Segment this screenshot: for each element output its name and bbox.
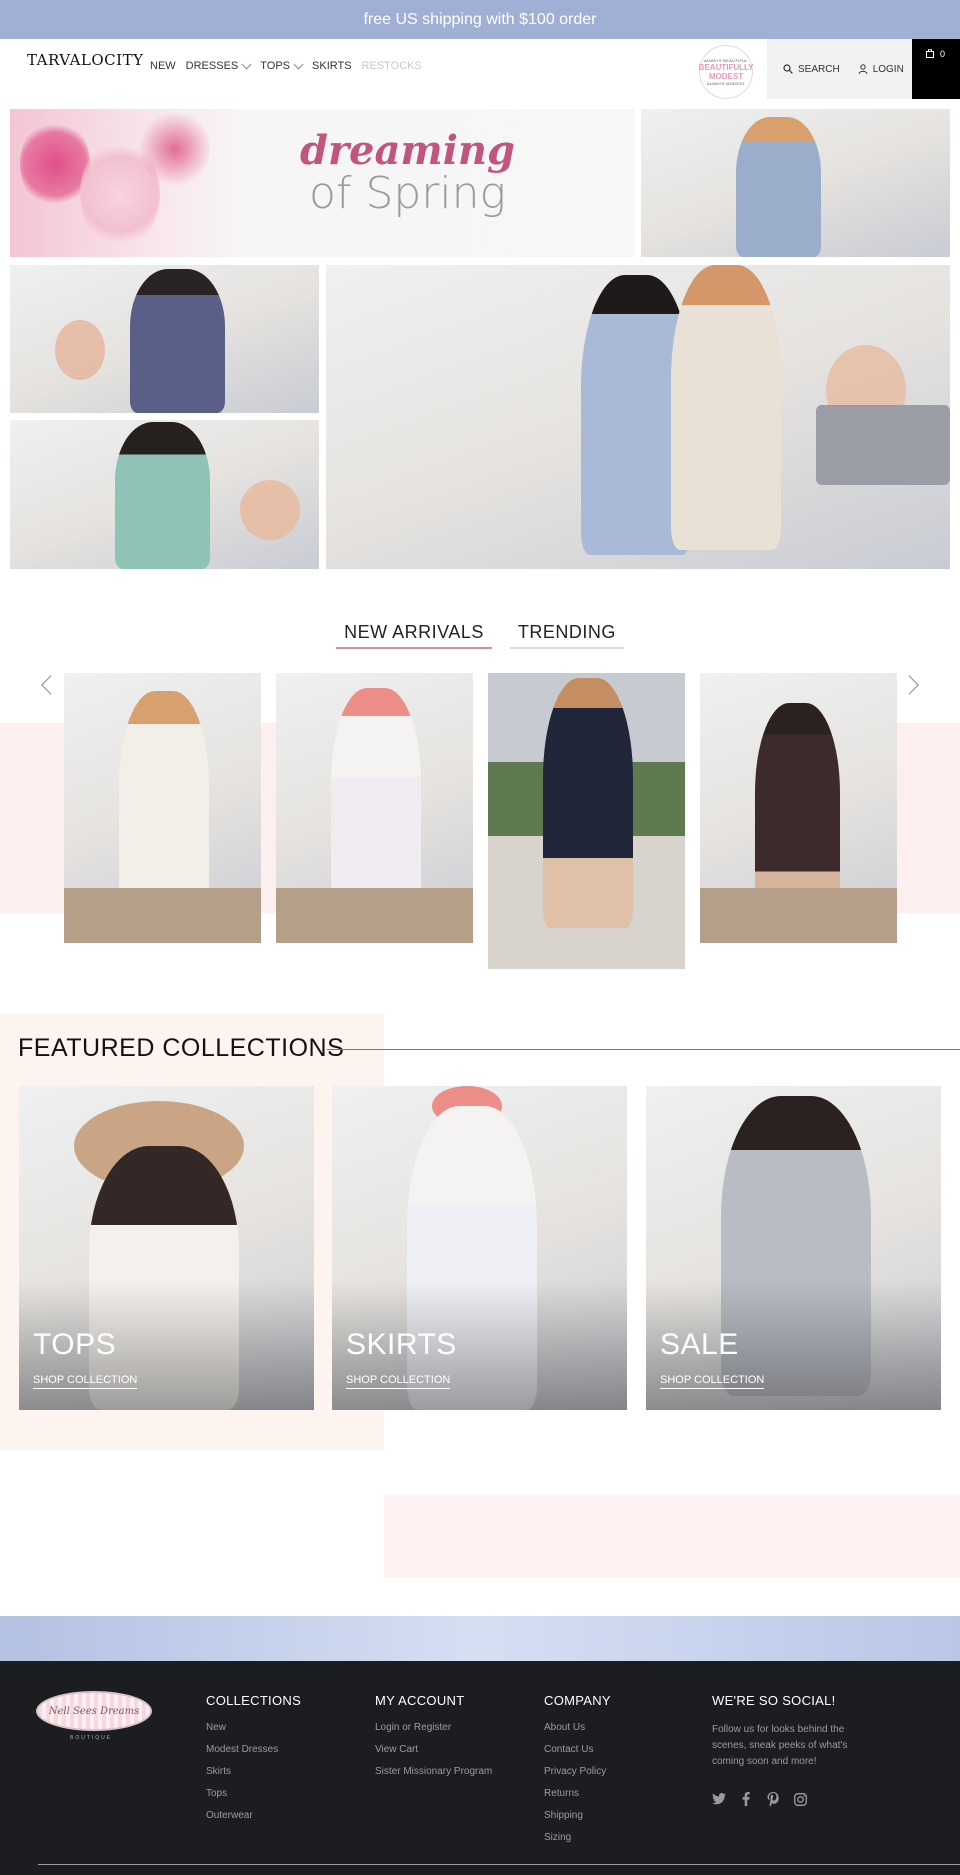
footer-link-sister-missionary[interactable]: Sister Missionary Program [375, 1766, 492, 1788]
shop-collection-link[interactable]: SHOP COLLECTION [660, 1374, 765, 1389]
bag-icon [926, 49, 934, 58]
footer-link-new[interactable]: New [206, 1722, 301, 1744]
site-footer: Nell Sees Dreams BOUTIQUE COLLECTIONS Ne… [0, 1661, 960, 1875]
decorative-strip [384, 1495, 960, 1577]
site-header: TARVALOCITY NEW DRESSES TOPS SKIRTS REST… [0, 39, 960, 99]
floor [64, 888, 261, 943]
beautifully-modest-badge: ALWAYS BEAUTIFUL BEAUTIFULLY MODEST ALWA… [699, 45, 754, 99]
carousel-backdrop [0, 723, 64, 913]
instagram-icon[interactable] [793, 1792, 807, 1806]
announcement-bar: free US shipping with $100 order [0, 0, 960, 39]
footer-logo[interactable]: Nell Sees Dreams [36, 1691, 152, 1731]
carousel-prev-arrow[interactable] [41, 675, 61, 695]
decorative-sky-banner [0, 1616, 960, 1661]
sofa-decor [816, 405, 950, 485]
footer-account: MY ACCOUNT Login or Register View Cart S… [375, 1693, 492, 1788]
tab-new-arrivals[interactable]: NEW ARRIVALS [336, 622, 492, 649]
carousel-next-arrow[interactable] [899, 675, 919, 695]
cart-count: 0 [940, 49, 946, 59]
pampas-decor [240, 480, 300, 540]
footer-link-shipping[interactable]: Shipping [544, 1810, 611, 1832]
nav-item-restocks[interactable]: RESTOCKS [362, 60, 422, 72]
tulip-image [140, 109, 210, 189]
footer-heading: COLLECTIONS [206, 1693, 302, 1708]
footer-link-contact[interactable]: Contact Us [544, 1744, 611, 1766]
product-card[interactable] [700, 673, 897, 943]
footer-link-sizing[interactable]: Sizing [544, 1832, 611, 1854]
pinterest-icon[interactable] [766, 1792, 780, 1806]
featured-divider [327, 1049, 960, 1050]
footer-social-text: Follow us for looks behind the scenes, s… [712, 1724, 848, 1767]
footer-heading: COMPANY [544, 1693, 611, 1708]
product-tabs: NEW ARRIVALS TRENDING [0, 622, 960, 649]
shop-collection-link[interactable]: SHOP COLLECTION [33, 1374, 138, 1389]
model-figure [736, 117, 821, 257]
footer-link-modest-dresses[interactable]: Modest Dresses [206, 1744, 301, 1766]
collection-title: SALE [660, 1328, 739, 1361]
product-card[interactable] [276, 673, 473, 943]
site-logo[interactable]: TARVALOCITY [27, 51, 144, 69]
collection-title: TOPS [33, 1328, 117, 1361]
footer-collections: COLLECTIONS New Modest Dresses Skirts To… [206, 1693, 301, 1832]
chevron-down-icon [241, 59, 252, 69]
nav-item-dresses[interactable]: DRESSES [186, 59, 252, 72]
model-figure [130, 269, 225, 413]
search-icon [783, 64, 793, 74]
footer-link-privacy[interactable]: Privacy Policy [544, 1766, 611, 1788]
collection-card-skirts[interactable]: SKIRTS SHOP COLLECTION [332, 1086, 627, 1410]
hero-image-mint-dress[interactable] [10, 420, 319, 569]
footer-link-skirts[interactable]: Skirts [206, 1766, 301, 1788]
nav-item-new[interactable]: NEW [150, 60, 176, 72]
user-icon [858, 64, 868, 74]
floor [700, 888, 897, 943]
featured-collections-title: FEATURED COLLECTIONS [18, 1034, 345, 1062]
hero-image-two-models[interactable] [326, 265, 950, 569]
footer-link-outerwear[interactable]: Outerwear [206, 1810, 301, 1832]
carousel-backdrop [260, 723, 276, 913]
model-figure [543, 678, 633, 928]
facebook-icon[interactable] [739, 1792, 753, 1806]
footer-company: COMPANY About Us Contact Us Privacy Poli… [544, 1693, 611, 1854]
hero-image-blue-dress[interactable] [641, 109, 950, 257]
collection-title: SKIRTS [346, 1328, 457, 1361]
cart-button[interactable]: 0 [912, 39, 960, 99]
product-card[interactable] [64, 673, 261, 943]
footer-logo-subtitle: BOUTIQUE [70, 1735, 113, 1741]
nav-item-tops[interactable]: TOPS [260, 59, 304, 72]
hero-headline: dreaming of Spring [300, 127, 515, 219]
model-figure [671, 265, 781, 550]
announcement-text: free US shipping with $100 order [363, 10, 597, 28]
tab-trending[interactable]: TRENDING [509, 622, 624, 649]
collection-card-sale[interactable]: SALE SHOP COLLECTION [646, 1086, 941, 1410]
nav-item-skirts[interactable]: SKIRTS [312, 60, 352, 72]
footer-link-returns[interactable]: Returns [544, 1788, 611, 1810]
footer-heading: MY ACCOUNT [375, 1693, 465, 1708]
collection-card-tops[interactable]: TOPS SHOP COLLECTION [19, 1086, 314, 1410]
pampas-decor [55, 320, 105, 380]
floor [276, 888, 473, 943]
login-button[interactable]: LOGIN [858, 64, 904, 75]
twitter-icon[interactable] [712, 1792, 726, 1806]
carousel-backdrop [897, 723, 960, 913]
footer-link-about[interactable]: About Us [544, 1722, 611, 1744]
footer-divider [38, 1864, 960, 1865]
footer-heading: WE'RE SO SOCIAL! [712, 1693, 836, 1708]
main-nav: NEW DRESSES TOPS SKIRTS RESTOCKS [150, 59, 422, 72]
shop-collection-link[interactable]: SHOP COLLECTION [346, 1374, 451, 1389]
search-button[interactable]: SEARCH [783, 64, 840, 75]
chevron-down-icon [293, 59, 304, 69]
social-icons [712, 1792, 862, 1806]
hero-image-floral-dress[interactable] [10, 265, 319, 413]
model-figure [115, 422, 210, 569]
footer-link-login[interactable]: Login or Register [375, 1722, 492, 1744]
footer-link-tops[interactable]: Tops [206, 1788, 301, 1810]
footer-social: WE'RE SO SOCIAL! Follow us for looks beh… [712, 1693, 862, 1806]
hero-dreaming-of-spring-banner[interactable]: dreaming of Spring [10, 109, 634, 257]
product-card[interactable] [488, 673, 685, 969]
footer-link-view-cart[interactable]: View Cart [375, 1744, 492, 1766]
header-tools: SEARCH LOGIN [767, 39, 912, 99]
